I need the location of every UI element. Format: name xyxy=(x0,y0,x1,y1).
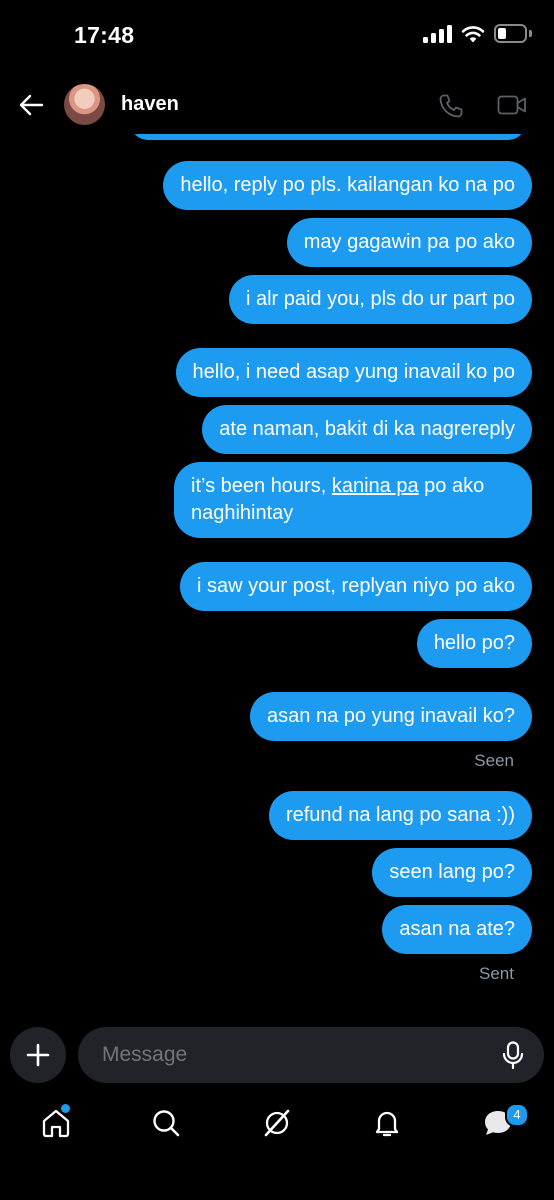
avatar[interactable] xyxy=(64,84,105,125)
message-bubble[interactable]: asan na po yung inavail ko? xyxy=(250,692,532,741)
message-text: hello po? xyxy=(433,632,515,654)
phone-icon[interactable] xyxy=(438,93,464,119)
message-text: hello, reply po pls. kailangan ko na po xyxy=(180,174,515,196)
message-text: it’s been hours, xyxy=(191,475,332,497)
home-notification-dot xyxy=(61,1104,70,1113)
message-composer[interactable] xyxy=(78,1027,544,1083)
message-input[interactable] xyxy=(100,1042,484,1068)
message-bubble[interactable]: refund na lang po sana :)) xyxy=(268,791,532,840)
message-text: refund na lang po sana :)) xyxy=(285,804,515,826)
message-bubble[interactable]: it’s been hours, kanina pa po ako naghih… xyxy=(174,462,532,538)
notifications-icon[interactable] xyxy=(371,1107,403,1139)
message-bubble[interactable]: hello, reply po pls. kailangan ko na po xyxy=(163,161,532,210)
battery-icon xyxy=(494,24,532,44)
message-text-underlined: kanina pa xyxy=(331,475,419,497)
grok-icon[interactable] xyxy=(261,1107,293,1139)
message-list[interactable]: hello, reply po pls. kailangan ko na po … xyxy=(0,122,554,1014)
home-indicator xyxy=(0,1160,554,1200)
search-icon[interactable] xyxy=(150,1107,182,1139)
conversation-header: haven xyxy=(0,76,554,134)
video-call-icon[interactable] xyxy=(497,93,527,117)
seen-receipt: Seen xyxy=(474,751,514,770)
contact-name[interactable]: haven xyxy=(121,93,179,116)
message-bubble[interactable]: i saw your post, replyan niyo po ako xyxy=(180,562,532,611)
sent-receipt: Sent xyxy=(479,964,514,983)
message-text: i alr paid you, pls do ur part po xyxy=(245,288,515,310)
add-media-button[interactable] xyxy=(10,1027,66,1083)
back-arrow-icon[interactable] xyxy=(18,92,44,118)
plus-icon xyxy=(26,1043,50,1067)
message-text: asan na ate? xyxy=(399,918,515,940)
message-text: seen lang po? xyxy=(389,861,515,883)
message-bubble[interactable]: seen lang po? xyxy=(372,848,532,897)
dm-conversation-screen: 17:48 haven hello, reply po pls. kailang… xyxy=(0,0,554,1200)
message-text: ate naman, bakit di ka nagrereply xyxy=(219,418,515,440)
message-bubble[interactable]: may gagawin pa po ako xyxy=(286,218,532,267)
message-bubble[interactable]: ate naman, bakit di ka nagrereply xyxy=(202,405,532,454)
message-bubble[interactable]: i alr paid you, pls do ur part po xyxy=(228,275,532,324)
message-bubble[interactable]: hello, i need asap yung inavail ko po xyxy=(175,348,532,397)
messages-badge: 4 xyxy=(505,1103,529,1127)
status-time: 17:48 xyxy=(74,22,135,48)
message-text: hello, i need asap yung inavail ko po xyxy=(192,361,515,383)
bottom-navigation xyxy=(0,1095,554,1155)
cellular-signal-icon xyxy=(423,25,452,43)
microphone-icon[interactable] xyxy=(502,1041,524,1069)
message-text: may gagawin pa po ako xyxy=(303,231,515,253)
message-bubble[interactable]: hello po? xyxy=(416,619,532,668)
message-text: i saw your post, replyan niyo po ako xyxy=(197,575,515,597)
wifi-icon xyxy=(461,26,485,43)
message-bubble[interactable]: asan na ate? xyxy=(382,905,532,954)
message-text: asan na po yung inavail ko? xyxy=(267,705,515,727)
status-indicators xyxy=(423,24,532,44)
